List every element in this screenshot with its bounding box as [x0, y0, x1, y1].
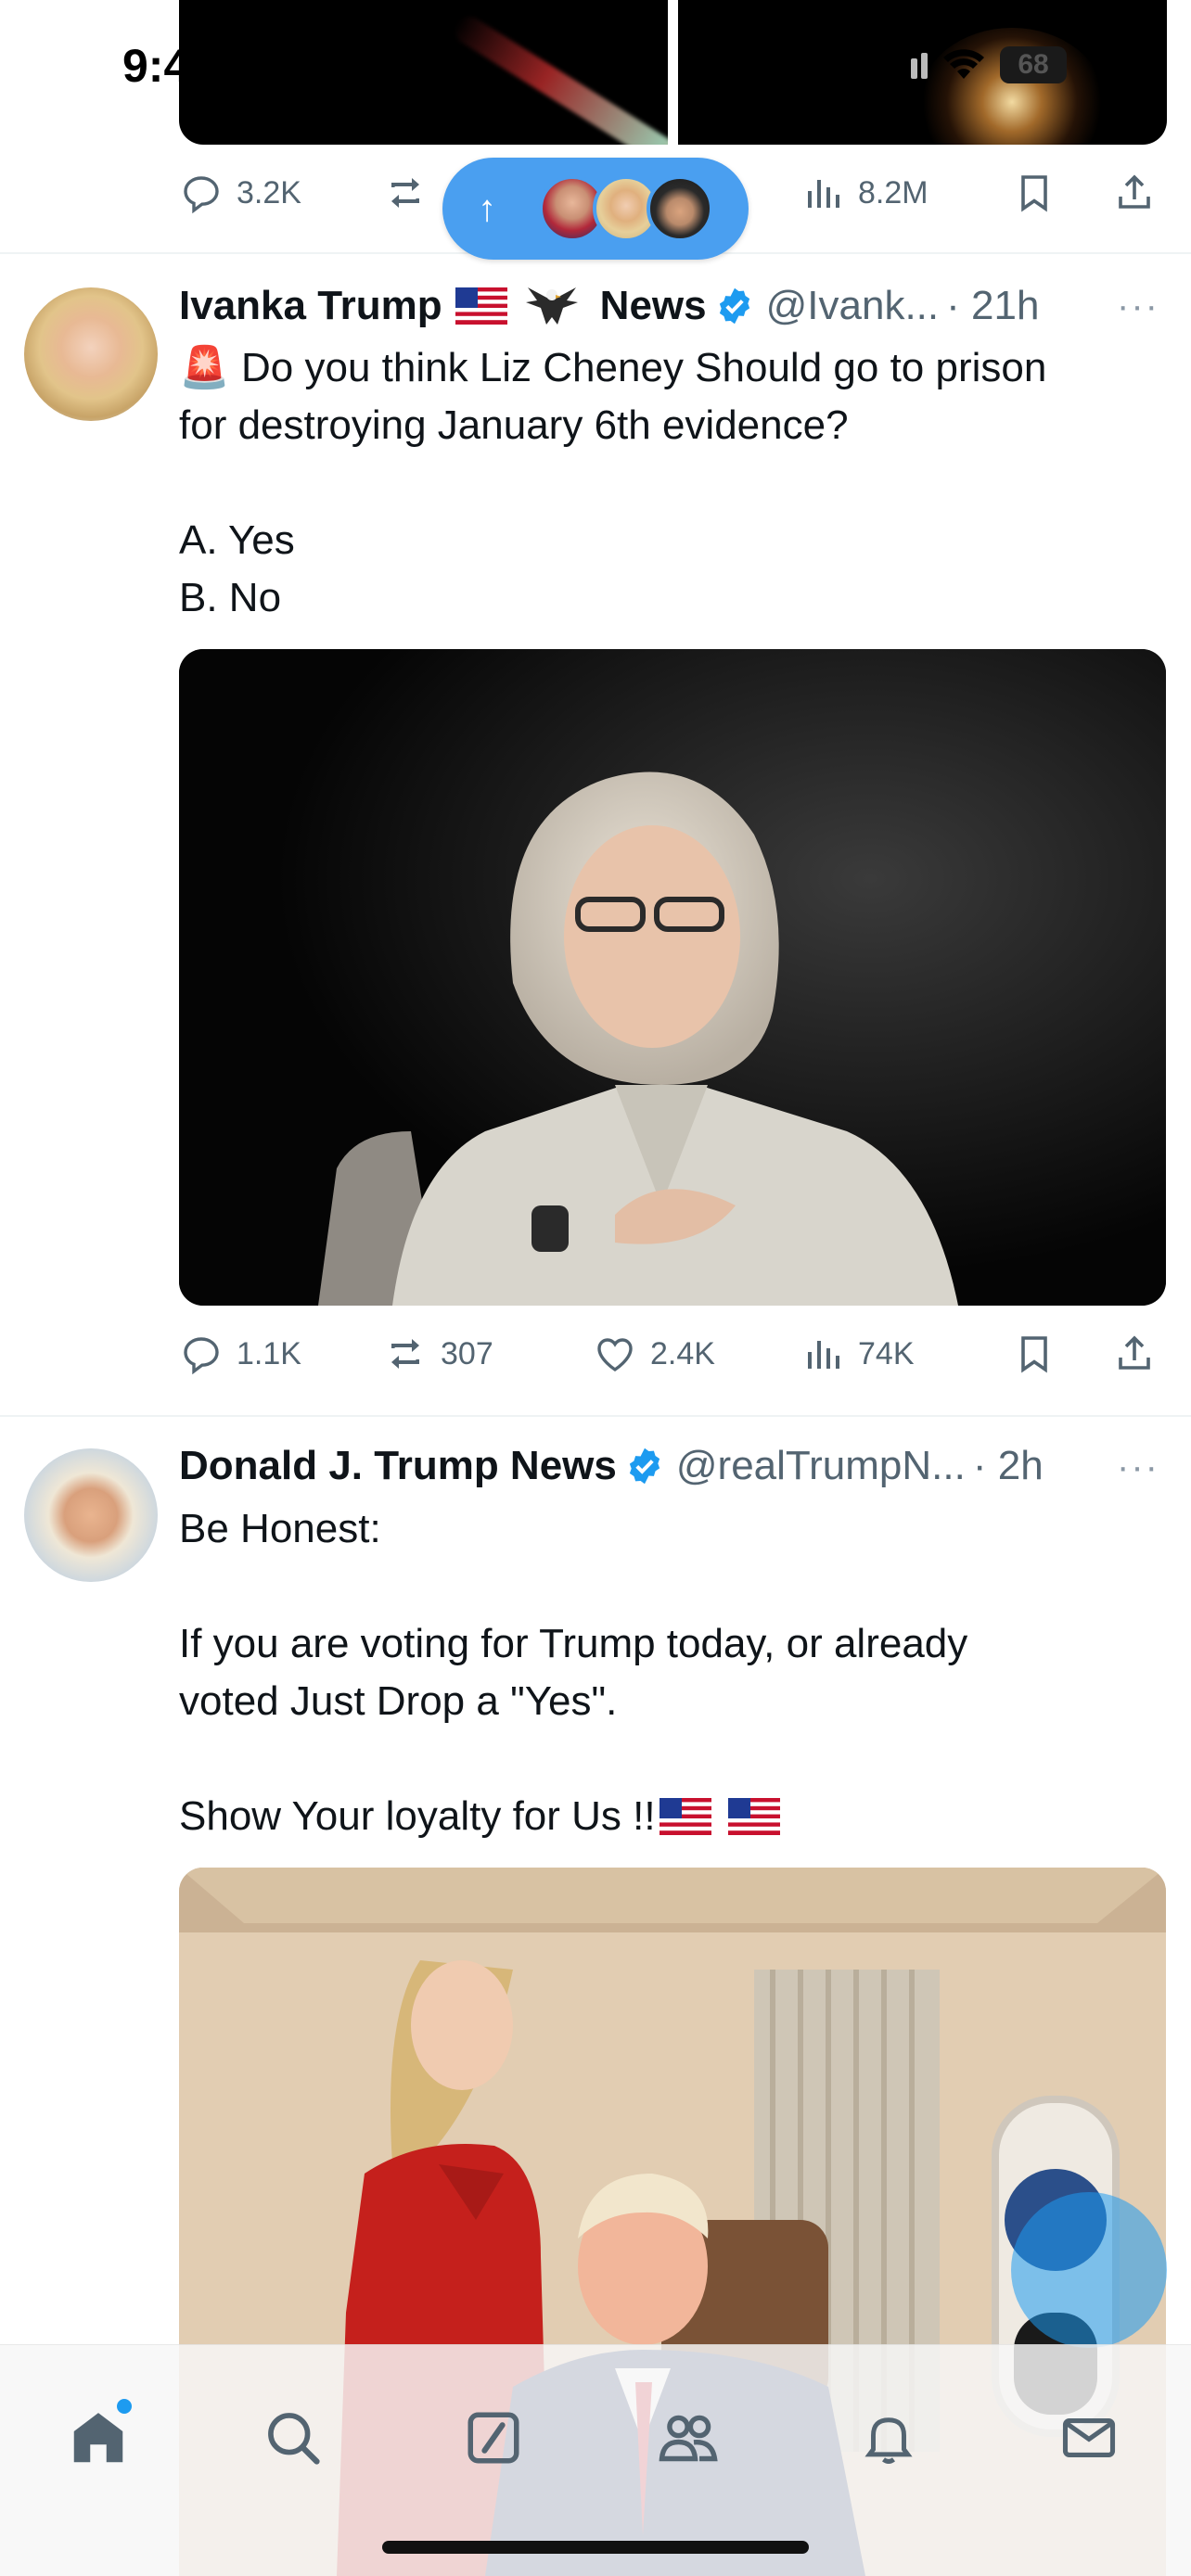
- more-options-icon[interactable]: ···: [1117, 1447, 1159, 1488]
- pill-avatars: [539, 175, 713, 242]
- share-action[interactable]: [1112, 1326, 1157, 1382]
- notifications-icon: [864, 2417, 913, 2464]
- author-handle[interactable]: @Ivank...: [766, 283, 940, 329]
- tweet-line: [179, 454, 1162, 512]
- tab-messages[interactable]: [1052, 2401, 1126, 2475]
- tweet-line: Be Honest:: [179, 1506, 381, 1551]
- reply-icon: [184, 1337, 219, 1375]
- us-flag-icon: [727, 1798, 780, 1835]
- views-count: 74K: [858, 1335, 915, 1371]
- author-name-suffix[interactable]: News: [600, 283, 707, 329]
- like-count: 2.4K: [650, 1335, 715, 1371]
- tweet-text: 🚨 Do you think Liz Cheney Should go to p…: [179, 339, 1162, 627]
- verified-icon: [629, 1447, 660, 1485]
- avatar[interactable]: [24, 1448, 158, 1582]
- photo-woman-seated: [179, 649, 1166, 1306]
- author-name[interactable]: Donald J. Trump News: [179, 1443, 617, 1489]
- tweet-time: · 21h: [946, 283, 1040, 328]
- home-indicator: [382, 2541, 809, 2554]
- share-action[interactable]: [1112, 165, 1157, 221]
- rocket-streak: [450, 11, 668, 145]
- tweet-line: A. Yes: [179, 517, 295, 563]
- views-action[interactable]: 8.2M: [800, 165, 928, 221]
- status-time: 9:4: [122, 40, 190, 92]
- tweet-line: B. No: [179, 575, 282, 620]
- share-icon: [1119, 174, 1150, 209]
- repost-icon: [391, 178, 419, 208]
- tab-grok[interactable]: [456, 2401, 531, 2475]
- us-flag-icon: [455, 287, 507, 325]
- tweet-image[interactable]: [179, 649, 1166, 1306]
- arrow-up-icon: ↑: [478, 187, 496, 229]
- like-icon: [597, 1338, 633, 1372]
- tweet-line: If you are voting for Trump today, or al…: [179, 1621, 968, 1666]
- repost-action[interactable]: [383, 165, 428, 221]
- author-name[interactable]: Ivanka Trump: [179, 283, 442, 329]
- more-options-icon[interactable]: ···: [1117, 286, 1159, 327]
- tweet-header: Donald J. Trump News @realTrumpN... · 2h: [179, 1443, 1044, 1489]
- repost-icon: [391, 1339, 419, 1369]
- views-icon: [808, 180, 839, 208]
- messages-icon: [1062, 2418, 1116, 2457]
- bookmark-action[interactable]: [1012, 165, 1057, 221]
- previous-tweet-image-left[interactable]: [179, 0, 668, 145]
- tweet-time: · 2h: [972, 1443, 1044, 1488]
- avatar[interactable]: [24, 287, 158, 421]
- tweet-line: [179, 1558, 1162, 1615]
- tweet-text: Be Honest: If you are voting for Trump t…: [179, 1500, 1162, 1845]
- tab-home[interactable]: [61, 2399, 135, 2475]
- repost-action[interactable]: 307: [383, 1326, 493, 1382]
- views-icon: [808, 1341, 839, 1369]
- reply-icon: [184, 176, 219, 214]
- wifi-icon: [943, 49, 984, 79]
- communities-icon: [659, 2415, 718, 2462]
- reply-count: 3.2K: [237, 174, 301, 210]
- repost-count: 307: [441, 1335, 493, 1371]
- author-handle[interactable]: @realTrumpN...: [676, 1443, 966, 1489]
- home-icon: [73, 2413, 123, 2463]
- new-posts-pill[interactable]: ↑: [442, 158, 749, 260]
- verified-icon: [719, 287, 749, 325]
- avatar: [647, 175, 713, 242]
- tweet-line: 🚨 Do you think Liz Cheney Should go to p…: [179, 345, 1047, 390]
- divider: [0, 1415, 1191, 1417]
- grok-icon: [467, 2412, 519, 2464]
- views-action[interactable]: 74K: [800, 1326, 915, 1382]
- reply-count: 1.1K: [237, 1335, 301, 1371]
- views-count: 8.2M: [858, 174, 928, 210]
- unread-dot: [117, 2399, 132, 2414]
- reply-action[interactable]: 3.2K: [179, 165, 301, 221]
- launch-glow: [919, 28, 1105, 145]
- bookmark-icon: [1021, 1336, 1047, 1373]
- tweet-line: [179, 1730, 1162, 1788]
- tab-search[interactable]: [256, 2401, 330, 2475]
- bookmark-action[interactable]: [1012, 1326, 1057, 1382]
- tab-notifications[interactable]: [852, 2401, 926, 2475]
- tweet-line: Show Your loyalty for Us !!: [179, 1793, 656, 1839]
- like-action[interactable]: 2.4K: [593, 1326, 715, 1382]
- us-flag-icon: [659, 1798, 711, 1835]
- tweet-header: Ivanka Trump News @Ivank... · 21h: [179, 282, 1039, 330]
- reply-action[interactable]: 1.1K: [179, 1326, 301, 1382]
- search-icon: [268, 2413, 320, 2465]
- tab-communities[interactable]: [651, 2401, 725, 2475]
- tweet-line: for destroying January 6th evidence?: [179, 402, 849, 448]
- bookmark-icon: [1021, 175, 1047, 212]
- battery-indicator: 68: [1000, 46, 1067, 83]
- compose-fab[interactable]: [1011, 2192, 1167, 2348]
- tweet-line-with-flags: Show Your loyalty for Us !!: [179, 1788, 1162, 1845]
- eagle-icon: [525, 287, 578, 325]
- signal-icon: [890, 53, 928, 79]
- status-icons: 68: [890, 46, 1067, 83]
- share-icon: [1119, 1335, 1150, 1370]
- tweet-actions: 1.1K 307 2.4K 74K: [179, 1326, 1150, 1382]
- tweet-line: voted Just Drop a "Yes".: [179, 1678, 618, 1724]
